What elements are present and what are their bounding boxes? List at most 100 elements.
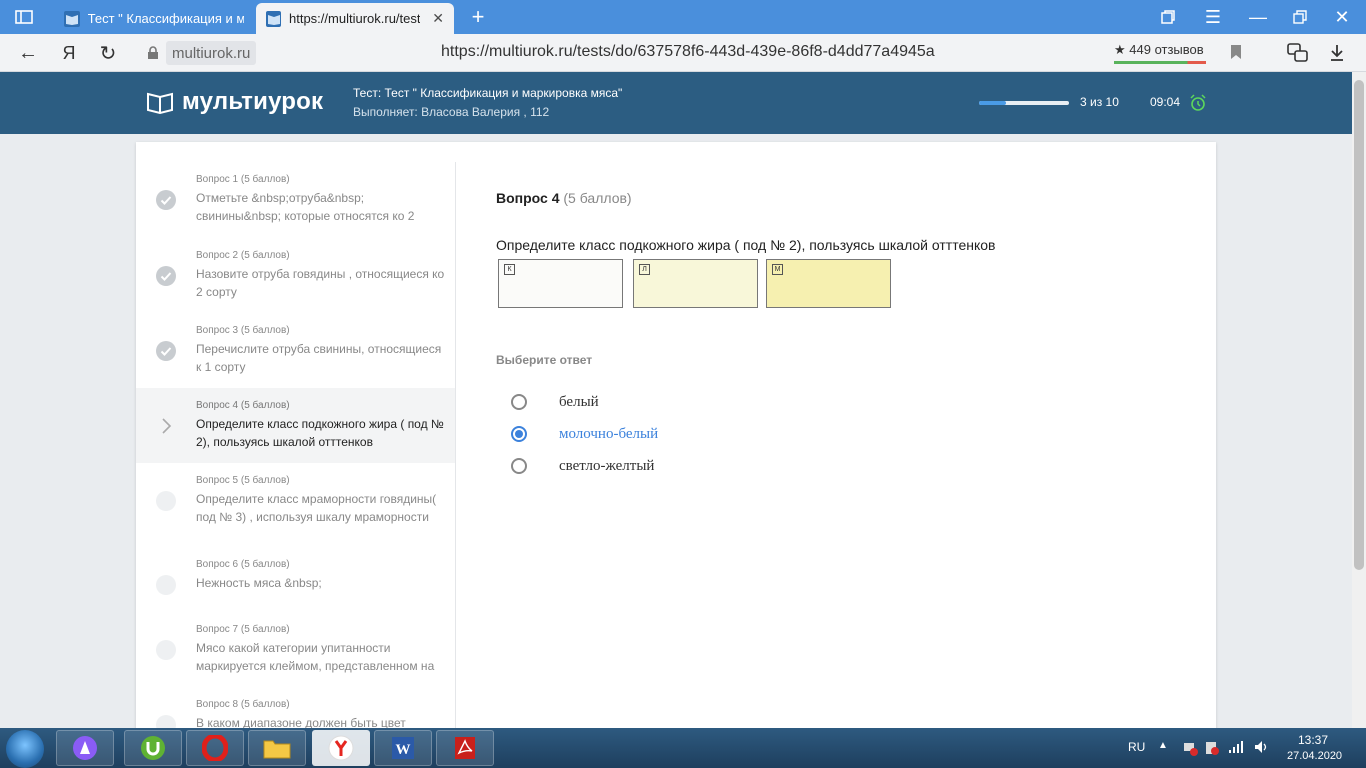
answer-option-milky-white[interactable]: молочно-белый [511,423,658,445]
action-center-icon[interactable] [1204,740,1220,759]
address-bar: ← Я ↻ multiurok.ru https://multiurok.ru/… [0,34,1366,72]
site-logo[interactable]: мультиурок [146,88,323,116]
sidebar-question-1[interactable]: Вопрос 1 (5 баллов) Отметьте &nbsp;отруба… [136,162,455,238]
swatch-l: Л [633,259,758,308]
bookmark-icon[interactable] [1230,44,1246,62]
question-panel: Вопрос 4 (5 баллов) Определите класс под… [496,142,1196,742]
tabs-panel-icon[interactable] [4,0,44,34]
radio-button[interactable] [511,458,527,474]
answer-label[interactable]: белый [559,394,599,411]
check-circle-icon [156,341,176,361]
sidebar-question-7[interactable]: Вопрос 7 (5 баллов) Мясо какой категории … [136,612,455,687]
answer-option-white[interactable]: белый [511,391,599,413]
yandex-icon[interactable]: Я [53,34,85,72]
question-heading: Вопрос 7 (5 баллов) [196,624,290,635]
opera-icon[interactable] [186,730,244,766]
test-card: Вопрос 1 (5 баллов) Отметьте &nbsp;отруба… [136,142,1216,742]
clock-date[interactable]: 27.04.2020 [1287,750,1342,762]
browser-tabstrip: Тест " Классификация и ма https://multiu… [0,0,1366,34]
protect-icon[interactable] [1285,40,1311,66]
download-icon[interactable] [1324,40,1350,66]
pending-circle-icon [156,491,176,511]
question-points: (5 баллов) [563,190,632,206]
alarm-clock-icon [1189,94,1207,112]
question-list: Вопрос 1 (5 баллов) Отметьте &nbsp;отруба… [136,162,456,742]
sidebar-question-5[interactable]: Вопрос 5 (5 баллов) Определите класс мрам… [136,463,455,547]
site-header: мультиурок Тест: Тест " Классификация и … [0,72,1366,134]
swatch-label: К [504,264,515,275]
reviews-badge[interactable]: ★ 449 отзывов [1114,42,1206,64]
lock-icon[interactable] [143,43,163,63]
network-warning-icon[interactable] [1182,740,1198,759]
answer-option-light-yellow[interactable]: светло-желтый [511,455,654,477]
host-chip[interactable]: multiurok.ru [166,41,257,65]
multiurok-book-icon [64,10,80,27]
word-icon[interactable]: W [374,730,432,766]
reload-icon[interactable]: ↻ [92,34,124,72]
sidebar-question-2[interactable]: Вопрос 2 (5 баллов) Назовите отруба говяд… [136,238,455,313]
clock-time[interactable]: 13:37 [1298,733,1328,747]
open-book-icon [147,92,173,114]
window-close-icon[interactable]: ✕ [1322,0,1362,34]
menu-icon[interactable]: ☰ [1193,0,1233,34]
choose-answer-label: Выберите ответ [496,353,593,367]
tab-close-icon[interactable]: ✕ [432,10,444,27]
question-text: Определите класс подкожного жира ( под №… [496,237,996,253]
tab-label: https://multiurok.ru/tests [289,11,421,26]
question-heading: Вопрос 1 (5 баллов) [196,174,290,185]
question-preview: Отметьте &nbsp;отруба&nbsp; свинины&nbsp… [196,191,415,223]
sidebar-question-3[interactable]: Вопрос 3 (5 баллов) Перечислите отруба св… [136,313,455,388]
page-scrollbar[interactable] [1352,72,1366,728]
tray-expand-icon[interactable]: ▲ [1158,740,1168,751]
question-preview: Назовите отруба говядины , относящиеся к… [196,267,445,299]
progress-text: 3 из 10 [1080,95,1119,109]
minimize-icon[interactable]: — [1238,0,1278,34]
tab-label: Тест " Классификация и ма [87,11,244,26]
question-heading: Вопрос 4 (5 баллов) [196,400,290,411]
browser-tab-test[interactable]: Тест " Классификация и ма [54,3,254,34]
swatch-k: К [498,259,623,308]
question-number-label: Вопрос 4 [496,190,560,206]
restore-icon[interactable] [1280,0,1320,34]
utorrent-icon[interactable] [124,730,182,766]
swatch-label: Л [639,264,650,275]
alice-icon[interactable] [56,730,114,766]
chevron-right-icon [156,416,176,436]
new-tab-icon[interactable]: + [458,0,498,34]
question-heading: Вопрос 5 (5 баллов) [196,475,290,486]
test-user: Выполняет: Власова Валерия , 112 [353,105,550,119]
question-heading: Вопрос 6 (5 баллов) [196,559,290,570]
yandex-browser-icon[interactable] [312,730,370,766]
volume-icon[interactable] [1254,740,1270,757]
question-preview: Мясо какой категории упитанности маркиру… [196,641,435,673]
file-explorer-icon[interactable] [248,730,306,766]
start-button[interactable] [6,730,44,768]
check-circle-icon [156,266,176,286]
radio-button[interactable] [511,394,527,410]
browser-tab-active[interactable]: https://multiurok.ru/tests ✕ [256,3,454,34]
reviews-rating-bar [1114,61,1206,64]
answer-label[interactable]: молочно-белый [559,426,658,443]
radio-button[interactable] [511,426,527,442]
question-heading: Вопрос 3 (5 баллов) [196,325,290,336]
answer-label[interactable]: светло-желтый [559,458,654,475]
swatch-label: М [772,264,783,275]
signal-icon[interactable] [1228,740,1244,757]
test-progress-bar [979,101,1069,105]
scrollbar-thumb[interactable] [1354,80,1364,570]
question-preview: Определите класс мраморности говядины( п… [196,492,437,524]
collections-icon[interactable] [1148,0,1188,34]
question-preview: Перечислите отруба свинины, относящиеся … [196,342,442,374]
pending-circle-icon [156,575,176,595]
pdf-reader-icon[interactable] [436,730,494,766]
question-preview: Определите класс подкожного жира ( под №… [196,417,444,449]
logo-text: мультиурок [182,88,324,115]
sidebar-question-4[interactable]: Вопрос 4 (5 баллов) Определите класс подк… [136,388,455,463]
url-text[interactable]: https://multiurok.ru/tests/do/637578f6-4… [441,43,935,61]
sidebar-question-6[interactable]: Вопрос 6 (5 баллов) Нежность мяса &nbsp; [136,547,455,612]
test-progress-fill [979,101,1006,105]
input-language[interactable]: RU [1128,740,1145,754]
multiurok-book-icon [266,10,281,27]
svg-text:W: W [396,742,411,758]
back-arrow-icon[interactable]: ← [12,34,44,72]
